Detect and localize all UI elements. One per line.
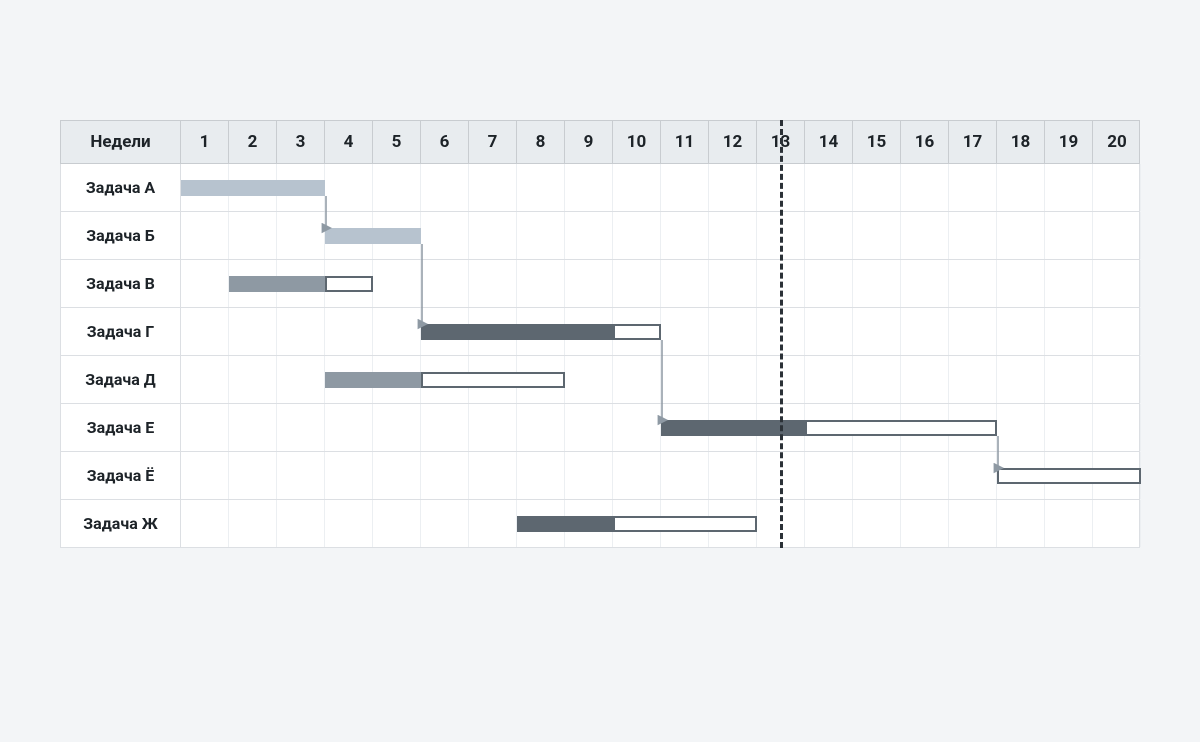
gantt-row: Задача Ё <box>60 452 1140 500</box>
row-grid <box>181 500 1141 547</box>
header-week-3: 3 <box>277 121 325 163</box>
row-grid <box>181 308 1141 355</box>
gantt-header-row: Недели 1234567891011121314151617181920 <box>60 120 1140 164</box>
gantt-row: Задача Е <box>60 404 1140 452</box>
gantt-rows: Задача АЗадача БЗадача ВЗадача ГЗадача Д… <box>60 164 1140 548</box>
row-grid <box>181 356 1141 403</box>
gantt-row: Задача Г <box>60 308 1140 356</box>
header-week-4: 4 <box>325 121 373 163</box>
row-grid <box>181 452 1141 499</box>
task-label: Задача Ё <box>61 452 181 499</box>
header-week-16: 16 <box>901 121 949 163</box>
gantt-row: Задача Б <box>60 212 1140 260</box>
header-week-7: 7 <box>469 121 517 163</box>
row-grid <box>181 212 1141 259</box>
row-grid <box>181 164 1141 211</box>
header-week-14: 14 <box>805 121 853 163</box>
header-weeks-label: Недели <box>61 121 181 163</box>
row-grid <box>181 260 1141 307</box>
task-label: Задача Д <box>61 356 181 403</box>
task-label: Задача Г <box>61 308 181 355</box>
header-week-6: 6 <box>421 121 469 163</box>
gantt-chart: Недели 1234567891011121314151617181920 З… <box>60 120 1140 548</box>
header-week-10: 10 <box>613 121 661 163</box>
header-week-13: 13 <box>757 121 805 163</box>
gantt-row: Задача В <box>60 260 1140 308</box>
task-label: Задача В <box>61 260 181 307</box>
header-week-2: 2 <box>229 121 277 163</box>
gantt-row: Задача А <box>60 164 1140 212</box>
header-week-9: 9 <box>565 121 613 163</box>
gantt-row: Задача Ж <box>60 500 1140 548</box>
task-label: Задача Ж <box>61 500 181 547</box>
header-week-15: 15 <box>853 121 901 163</box>
header-week-1: 1 <box>181 121 229 163</box>
header-week-5: 5 <box>373 121 421 163</box>
header-week-18: 18 <box>997 121 1045 163</box>
gantt-row: Задача Д <box>60 356 1140 404</box>
header-week-12: 12 <box>709 121 757 163</box>
header-week-19: 19 <box>1045 121 1093 163</box>
task-label: Задача Б <box>61 212 181 259</box>
header-week-20: 20 <box>1093 121 1141 163</box>
task-label: Задача Е <box>61 404 181 451</box>
row-grid <box>181 404 1141 451</box>
header-week-11: 11 <box>661 121 709 163</box>
task-label: Задача А <box>61 164 181 211</box>
header-week-8: 8 <box>517 121 565 163</box>
header-week-17: 17 <box>949 121 997 163</box>
